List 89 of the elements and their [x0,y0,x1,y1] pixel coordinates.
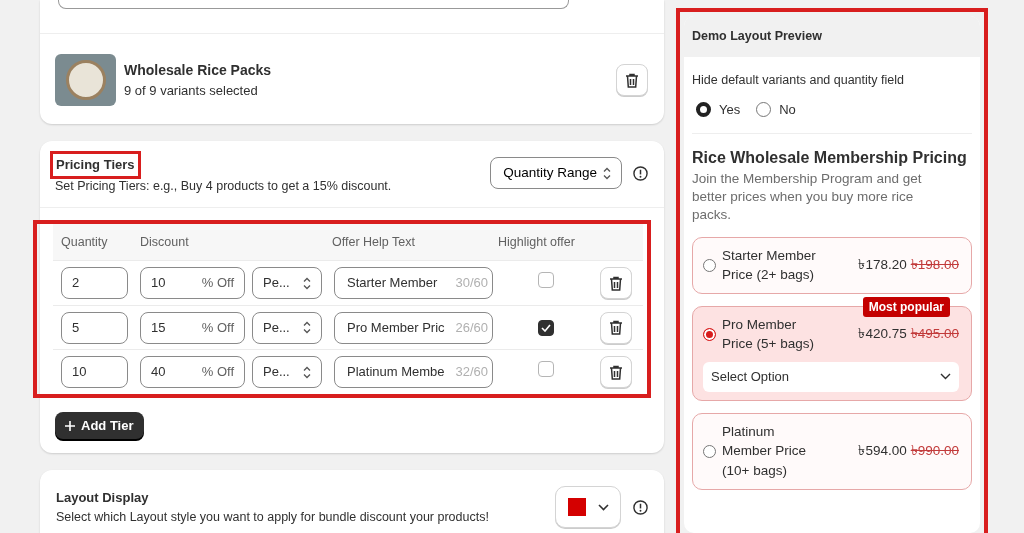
help-text-field[interactable]: Platinum Membe 32/60 [334,356,493,388]
compare-price: ৳990.00 [910,442,959,461]
delete-button[interactable] [600,311,632,344]
panel-title: Demo Layout Preview [684,16,980,57]
radio-button[interactable] [703,258,716,272]
tier-label: Pro Member Price (5+ bags) [722,315,815,354]
option-label: No [779,100,796,119]
compare-price: ৳198.00 [910,256,959,275]
checkbox[interactable] [538,361,554,378]
offer-description: Join the Membership Program and get better prices when you buy more rice packs. [692,170,923,225]
add-tier-button[interactable]: Add Tier [55,411,144,440]
info-icon [633,499,648,515]
unit-label: % Off [201,274,234,293]
discount-value: 10 [151,274,166,293]
column-header: Highlight offer [497,233,576,251]
discount-field[interactable]: 40 % Off [140,356,245,388]
color-picker[interactable] [555,486,621,529]
help-text-field[interactable]: Starter Member 30/60 [334,267,493,299]
variant-select[interactable]: Select Option [703,361,959,392]
input-field[interactable] [58,0,569,9]
compare-price: ৳495.00 [910,325,959,344]
price: ৳178.20 [858,256,907,275]
section-title: Pricing Tiers [50,151,141,179]
plus-icon [65,420,75,431]
up-down-icon [303,276,311,290]
radio-button[interactable] [703,327,716,341]
apply-select[interactable]: Pe... [252,311,322,344]
offer-heading: Rice Wholesale Membership Pricing [692,148,968,168]
select-value: Pe... [263,318,290,337]
price: ৳594.00 [858,442,907,461]
check-icon [541,323,551,332]
delete-button[interactable] [600,267,632,299]
discount-value: 15 [151,318,166,337]
radio-option[interactable]: Yes [696,99,741,119]
column-header: Quantity [60,233,109,251]
radio-option[interactable]: No [756,99,796,119]
mode-select[interactable]: Quantity Range [490,157,622,190]
select-value: Select Option [711,368,790,387]
delete-button[interactable] [600,356,632,388]
radio-button[interactable] [696,101,711,117]
tier-label: Starter Member Price (2+ bags) [722,246,817,285]
chevron-down-icon [940,373,951,381]
char-count: 26/60 [455,318,488,337]
column-header: Discount [139,233,190,251]
char-count: 32/60 [455,363,488,382]
field-value: Starter Member [347,274,438,293]
char-count: 30/60 [455,274,488,293]
field-label: Hide default variants and quantity field [692,71,905,89]
trash-icon [625,72,639,88]
quantity-field[interactable]: 2 [61,267,128,299]
apply-select[interactable]: Pe... [252,267,322,299]
price: ৳420.75 [858,325,907,344]
select-value: Pe... [263,274,290,293]
discount-value: 40 [151,363,166,382]
info-icon [633,165,648,181]
unit-label: % Off [201,363,234,382]
chevron-down-icon [597,503,609,511]
field-value: Platinum Membe [347,363,445,382]
trash-icon [609,320,623,335]
section-description: Set Pricing Tiers: e.g., Buy 4 products to get a 15% discount. [54,177,393,195]
up-down-icon [303,321,311,334]
radio-button[interactable] [703,444,716,458]
popular-badge: Most popular [862,296,950,317]
up-down-icon [303,365,311,379]
checkbox[interactable] [538,319,554,336]
photo-placeholder [55,54,116,106]
discount-field[interactable]: 15 % Off [140,311,245,344]
field-value: Pro Member Pric [347,318,445,337]
product-name: Wholesale Rice Packs [124,60,273,80]
section-description: Select which Layout style you want to apply for bundle discount your products! [56,508,490,526]
apply-select[interactable]: Pe... [252,356,322,388]
help-text-field[interactable]: Pro Member Pric 26/60 [334,311,493,344]
delete-button[interactable] [616,64,648,96]
tier-option[interactable]: Starter Member Price (2+ bags) ৳178.20 ৳198.00 [692,236,972,294]
variant-count: 9 of 9 variants selected [124,81,259,100]
select-value: Pe... [263,363,290,382]
option-label: Yes [719,100,741,119]
checkbox[interactable] [538,272,554,289]
column-header: Offer Help Text [331,233,416,251]
unit-label: % Off [201,318,234,337]
tier-label: Platinum Member Price (10+ bags) [722,422,808,481]
quantity-field[interactable]: 10 [61,356,128,388]
quantity-field[interactable]: 5 [61,311,128,344]
discount-field[interactable]: 10 % Off [140,267,245,299]
up-down-icon [603,166,611,180]
tier-option[interactable]: Platinum Member Price (10+ bags) ৳594.00 ৳990.00 [692,412,972,490]
section-title: Layout Display [56,489,150,508]
trash-icon [609,364,623,380]
trash-icon [609,275,623,291]
